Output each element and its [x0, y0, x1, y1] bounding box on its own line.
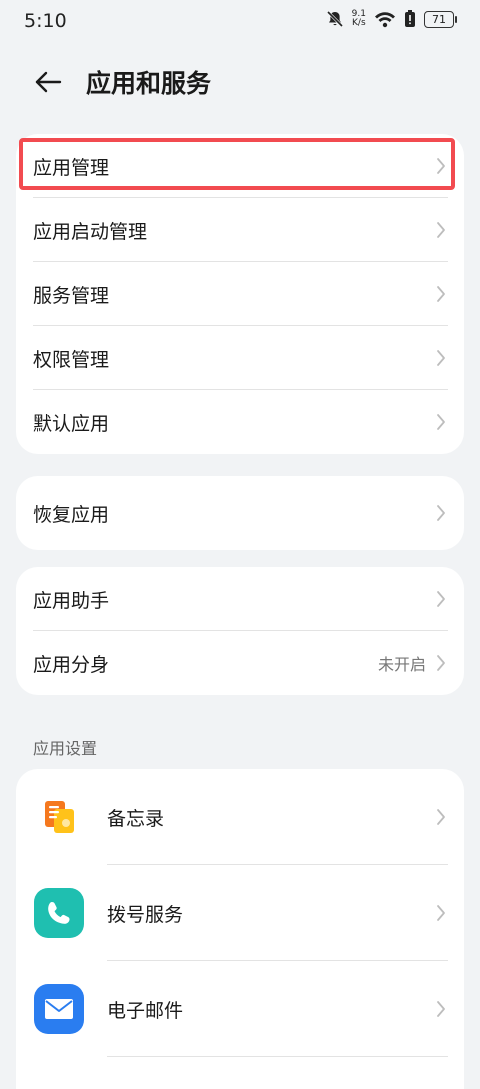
page-header: 应用和服务 [0, 56, 480, 106]
chevron-right-icon [437, 591, 445, 607]
app-twin-status: 未开启 [377, 655, 426, 674]
item-label: 权限管理 [33, 348, 110, 371]
arrow-left-icon [35, 71, 62, 93]
app-row-email[interactable]: 电子邮件 [16, 961, 464, 1057]
item-label: 恢复应用 [33, 503, 110, 526]
app-row-memo[interactable]: 备忘录 [16, 769, 464, 865]
chevron-right-icon [437, 222, 445, 238]
item-label: 应用助手 [33, 589, 110, 612]
network-speed: 9.1 K/s [352, 10, 366, 28]
restore-apps-item[interactable]: 恢复应用 [16, 476, 464, 550]
status-time: 5:10 [24, 10, 67, 32]
memo-icon [34, 792, 84, 842]
status-icons: 9.1 K/s 71 [326, 10, 457, 28]
highlight-box [19, 138, 455, 190]
battery-indicator: 71 [424, 10, 457, 28]
back-button[interactable] [28, 62, 68, 102]
divider [107, 1056, 448, 1057]
network-speed-unit: K/s [352, 18, 366, 28]
app-row-dialer[interactable]: 拨号服务 [16, 865, 464, 961]
chevron-right-icon [437, 414, 445, 430]
chevron-right-icon [437, 655, 445, 671]
chevron-right-icon [437, 350, 445, 366]
app-label: 电子邮件 [107, 1000, 184, 1022]
mute-notification-icon [326, 10, 343, 28]
phone-icon [34, 888, 84, 938]
permission-management-item[interactable]: 权限管理 [16, 326, 464, 390]
settings-group-assistant: 应用助手 应用分身 未开启 [16, 567, 464, 695]
item-label: 服务管理 [33, 284, 110, 307]
status-bar: 5:10 9.1 K/s 71 [0, 0, 480, 44]
app-assistant-item[interactable]: 应用助手 [16, 567, 464, 631]
section-title-app-settings: 应用设置 [33, 739, 98, 758]
app-startup-management-item[interactable]: 应用启动管理 [16, 198, 464, 262]
battery-saver-icon [405, 10, 415, 27]
app-label: 拨号服务 [107, 904, 184, 926]
app-twin-item[interactable]: 应用分身 未开启 [16, 631, 464, 695]
item-label: 应用启动管理 [33, 220, 148, 243]
settings-group-restore: 恢复应用 [16, 476, 464, 550]
wifi-icon [375, 12, 395, 28]
page-title: 应用和服务 [86, 69, 212, 98]
app-label: 备忘录 [107, 808, 165, 830]
item-label: 应用分身 [33, 653, 110, 676]
chevron-right-icon [437, 286, 445, 302]
chevron-right-icon [437, 505, 445, 521]
default-apps-item[interactable]: 默认应用 [16, 390, 464, 454]
mail-icon [34, 984, 84, 1034]
chevron-right-icon [437, 1001, 445, 1017]
app-settings-list: 备忘录 拨号服务 电子邮件 [16, 769, 464, 1089]
service-management-item[interactable]: 服务管理 [16, 262, 464, 326]
chevron-right-icon [437, 905, 445, 921]
item-label: 默认应用 [33, 412, 110, 435]
chevron-right-icon [437, 809, 445, 825]
